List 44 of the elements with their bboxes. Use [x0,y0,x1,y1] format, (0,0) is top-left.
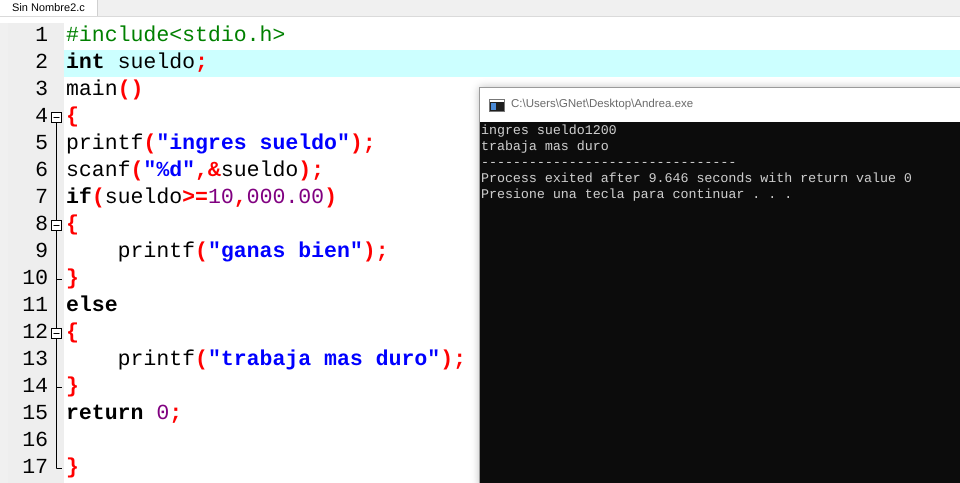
code-line: } [66,375,79,399]
line-number: 3 [35,78,48,102]
code-line: printf("ganas bien"); [116,240,389,264]
console-output-line: Process exited after 9.646 seconds with return value 0 [481,171,912,186]
line-number: 4 [35,105,48,129]
line-number: 12 [22,321,48,345]
line-number: 16 [22,429,48,453]
code-line: if(sueldo>=10,000.00) [66,186,337,210]
line-number: 13 [22,348,48,372]
code-line: scanf("%d",&sueldo); [66,159,324,183]
fold-toggle-icon[interactable] [51,112,62,123]
code-line: main() [66,78,144,102]
line-number: 7 [35,186,48,210]
line-number: 6 [35,159,48,183]
code-line: return 0; [66,402,182,426]
console-output-line: -------------------------------- [481,155,736,170]
console-icon [489,98,505,112]
code-line: int sueldo; [66,51,208,75]
line-number: 8 [35,213,48,237]
line-number: 14 [22,375,48,399]
console-output-line: trabaja mas duro [481,139,609,154]
line-number: 2 [35,51,48,75]
line-number: 11 [22,294,48,318]
line-number: 10 [22,267,48,291]
fold-toggle-icon[interactable] [51,220,62,231]
line-number: 9 [35,240,48,264]
code-line: } [66,267,79,291]
code-line: { [66,321,79,345]
code-line: } [66,456,79,480]
line-number: 15 [22,402,48,426]
code-line: { [66,105,79,129]
code-line: printf("ingres sueldo"); [66,132,376,156]
code-line: else [66,294,118,318]
line-number: 5 [35,132,48,156]
line-number: 17 [22,456,48,480]
window-title: C:\Users\GNet\Desktop\Andrea.exe [511,97,694,112]
code-line: { [66,213,79,237]
console-output-line: ingres sueldo1200 [481,123,617,138]
code-line: #include<stdio.h> [66,24,286,48]
console-output-line: Presione una tecla para continuar . . . [481,187,792,202]
code-line: printf("trabaja mas duro"); [116,348,466,372]
file-tab[interactable]: Sin Nombre2.c [0,0,98,16]
fold-toggle-icon[interactable] [51,328,62,339]
line-number: 1 [35,24,48,48]
